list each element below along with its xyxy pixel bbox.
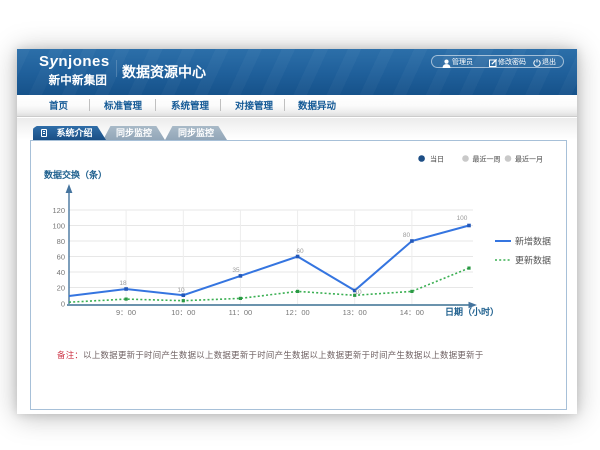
- svg-text:12：00: 12：00: [286, 308, 310, 317]
- svg-text:10: 10: [177, 287, 185, 294]
- svg-text:新增数据: 新增数据: [515, 236, 551, 247]
- svg-text:80: 80: [403, 232, 411, 239]
- svg-text:数据交换（条）: 数据交换（条）: [44, 169, 107, 180]
- svg-text:40: 40: [57, 268, 65, 277]
- svg-text:120: 120: [52, 206, 65, 215]
- svg-text:日期（小时）: 日期（小时）: [445, 306, 499, 317]
- svg-text:9：00: 9：00: [116, 308, 136, 317]
- svg-text:100: 100: [52, 222, 65, 231]
- svg-text:10: 10: [354, 289, 362, 296]
- svg-text:11：00: 11：00: [229, 308, 253, 317]
- svg-text:0: 0: [61, 300, 65, 309]
- svg-text:当日: 当日: [430, 155, 444, 164]
- svg-text:18: 18: [119, 280, 127, 287]
- svg-text:13：00: 13：00: [343, 308, 367, 317]
- svg-text:100: 100: [457, 215, 468, 222]
- svg-text:20: 20: [57, 284, 65, 293]
- svg-text:更新数据: 更新数据: [515, 255, 551, 266]
- svg-text:最近一周: 最近一周: [473, 155, 501, 164]
- svg-text:60: 60: [57, 253, 65, 262]
- svg-text:最近一月: 最近一月: [515, 155, 543, 164]
- svg-text:10：00: 10：00: [171, 308, 195, 317]
- svg-text:35: 35: [232, 267, 240, 274]
- svg-text:60: 60: [296, 248, 304, 255]
- svg-text:80: 80: [57, 237, 65, 246]
- svg-text:14：00: 14：00: [400, 308, 424, 317]
